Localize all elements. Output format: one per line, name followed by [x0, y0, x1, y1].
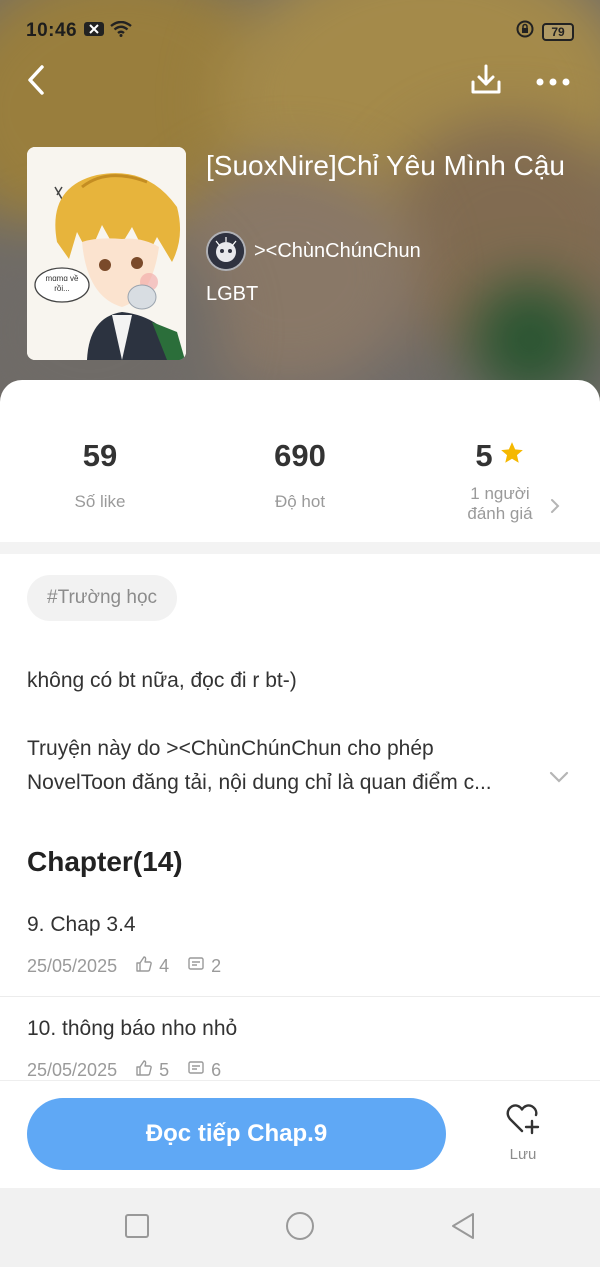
- permission-line-1: Truyện này do ><ChùnChúnChun cho phép: [27, 737, 434, 760]
- author-name[interactable]: ><ChùnChúnChun: [254, 240, 421, 263]
- rating-count-label-2: đánh giá: [467, 504, 533, 523]
- thumbs-up-icon: [135, 1059, 153, 1082]
- status-time: 10:46: [26, 20, 78, 41]
- chapter-comments: 2: [211, 956, 222, 976]
- continue-reading-button[interactable]: Đọc tiếp Chap.9: [27, 1098, 446, 1170]
- book-header: 10:46 79 mɑmɑ về rồi... [SuoxNire]Chỉ Yê…: [0, 0, 600, 410]
- chapter-divider: [0, 996, 600, 997]
- book-description: không có bt nữa, đọc đi r bt-): [27, 664, 575, 698]
- chapter-date: 25/05/2025: [27, 956, 118, 976]
- author-row[interactable]: ><ChùnChúnChun: [206, 231, 421, 271]
- stats-row: 59 Số like 690 Độ hot 5 1 người đánh giá: [0, 380, 600, 542]
- permission-line-2: NovelToon đăng tải, nội dung chỉ là quan…: [27, 771, 492, 794]
- stat-likes: 59 Số like: [0, 438, 200, 512]
- chapter-likes: 5: [159, 1060, 170, 1080]
- rating-value: 5: [475, 438, 493, 473]
- lock-rotation-icon: [516, 20, 534, 43]
- star-icon: [499, 438, 525, 474]
- book-cover-image[interactable]: mɑmɑ về rồi...: [27, 147, 186, 360]
- heart-plus-icon: [505, 1104, 541, 1139]
- battery-indicator: 79: [542, 22, 574, 41]
- thumbs-up-icon: [135, 955, 153, 978]
- chapter-title: 9. Chap 3.4: [27, 913, 136, 936]
- hot-label: Độ hot: [274, 492, 326, 511]
- book-title: [SuoxNire]Chỉ Yêu Mình Cậu: [206, 150, 565, 181]
- chevron-right-icon[interactable]: [550, 498, 560, 519]
- chapter-comments: 6: [211, 1060, 222, 1080]
- status-bar: 10:46 79: [0, 0, 600, 62]
- rating-count-label: 1 người: [470, 484, 530, 503]
- comment-icon: [187, 955, 205, 978]
- circle-icon: [285, 1211, 315, 1246]
- more-icon: [536, 73, 570, 91]
- likes-count: 59: [82, 438, 118, 473]
- download-icon: [469, 63, 503, 102]
- avatar[interactable]: [206, 231, 246, 271]
- tag-chip[interactable]: #Trường học: [27, 575, 178, 621]
- comment-icon: [187, 1059, 205, 1082]
- chevron-down-icon[interactable]: [549, 770, 569, 788]
- book-detail-card: 59 Số like 690 Độ hot 5 1 người đánh giá…: [0, 380, 600, 1188]
- chapter-likes: 4: [159, 956, 170, 976]
- chapter-title: 10. thông báo nho nhỏ: [27, 1017, 238, 1040]
- save-button[interactable]: Lưu: [490, 1103, 556, 1163]
- section-divider: [0, 542, 600, 554]
- more-options-button[interactable]: [533, 62, 573, 102]
- chapter-item[interactable]: 9. Chap 3.4 25/05/2025 4 2: [0, 913, 600, 1016]
- chapter-date: 25/05/2025: [27, 1060, 118, 1080]
- system-navigation-bar: [0, 1188, 600, 1267]
- cover-sticker-text: mɑmɑ về rồi...: [45, 274, 79, 293]
- chevron-left-icon: [26, 64, 46, 101]
- back-button[interactable]: [16, 62, 56, 102]
- hot-count: 690: [274, 438, 326, 473]
- triangle-back-icon: [450, 1212, 476, 1245]
- likes-label: Số like: [74, 492, 126, 511]
- recent-apps-button[interactable]: [121, 1212, 153, 1244]
- wifi-icon: [110, 20, 132, 42]
- description-text: không có bt nữa, đọc đi r bt-): [27, 669, 297, 692]
- bottom-action-bar: Đọc tiếp Chap.9 Lưu: [0, 1080, 600, 1188]
- back-nav-button[interactable]: [447, 1212, 479, 1244]
- save-label: Lưu: [509, 1146, 537, 1163]
- square-icon: [124, 1213, 150, 1244]
- notification-muted-icon: [84, 21, 104, 42]
- chapter-heading: Chapter(14): [27, 846, 183, 877]
- permission-notice: Truyện này do ><ChùnChúnChun cho phép No…: [27, 732, 542, 800]
- home-button[interactable]: [284, 1211, 316, 1246]
- download-button[interactable]: [466, 62, 506, 102]
- stat-rating[interactable]: 5 1 người đánh giá: [400, 438, 600, 524]
- book-category[interactable]: LGBT: [206, 283, 258, 306]
- stat-hot: 690 Độ hot: [200, 438, 400, 512]
